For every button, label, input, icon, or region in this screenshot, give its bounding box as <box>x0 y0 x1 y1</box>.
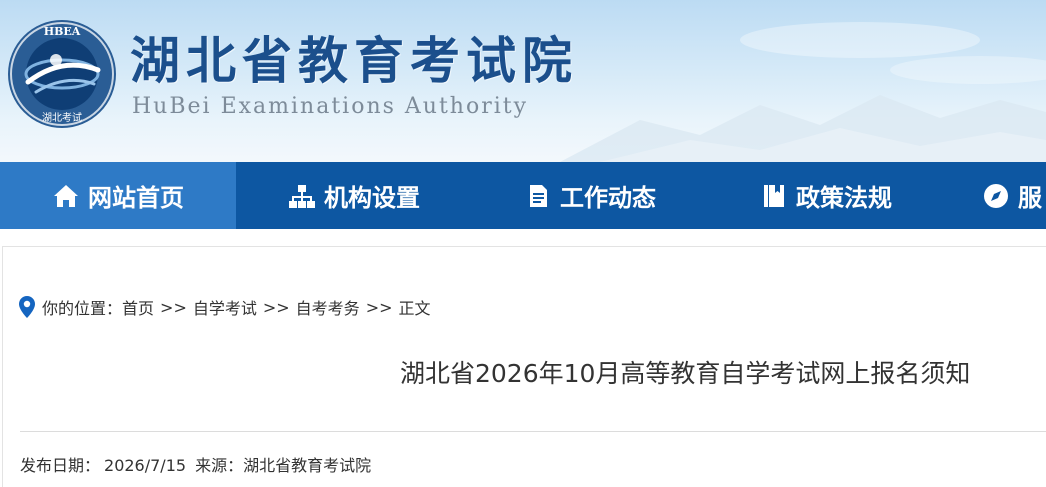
breadcrumb-self-study-exam[interactable]: 自学考试 <box>193 295 257 319</box>
site-title-cn: 湖北省教育考试院 <box>130 31 578 90</box>
breadcrumb-separator: >> <box>262 297 290 317</box>
home-icon <box>52 182 80 210</box>
nav-item-work-news[interactable]: 工作动态 <box>472 162 708 229</box>
org-chart-icon <box>288 182 316 210</box>
article-title: 湖北省2026年10月高等教育自学考试网上报名须知 <box>400 359 971 388</box>
breadcrumb-prefix: 你的位置： <box>42 299 123 318</box>
source-value: 湖北省教育考试院 <box>243 456 372 475</box>
article-meta: 发布日期： 2026/7/15 来源：湖北省教育考试院 <box>20 452 371 476</box>
publish-date-label: 发布日期： <box>20 456 101 475</box>
compass-icon <box>982 182 1010 210</box>
title-divider <box>20 431 1046 432</box>
main-nav: 网站首页 机构设置 工作动态 政策法规 服 <box>0 162 1046 229</box>
nav-item-policies[interactable]: 政策法规 <box>708 162 944 229</box>
logo-text-bottom: 湖北考试 <box>42 111 82 124</box>
book-icon <box>760 182 788 210</box>
document-icon <box>524 182 552 210</box>
hbea-logo[interactable]: HBEA 湖北考试 <box>6 18 118 130</box>
nav-item-services[interactable]: 服 <box>944 162 1046 229</box>
nav-item-home[interactable]: 网站首页 <box>0 162 236 229</box>
nav-item-label: 服 <box>1018 184 1042 212</box>
breadcrumb-home[interactable]: 首页 <box>122 295 154 319</box>
location-pin-icon <box>19 296 35 318</box>
nav-item-label: 网站首页 <box>88 184 184 212</box>
site-banner: HBEA 湖北考试 湖北省教育考试院 HuBei Examinations Au… <box>0 0 1046 162</box>
breadcrumb-current: 正文 <box>398 299 431 318</box>
nav-item-label: 机构设置 <box>324 184 420 212</box>
breadcrumb-separator: >> <box>160 297 187 317</box>
breadcrumb-separator: >> <box>365 297 393 317</box>
nav-item-label: 工作动态 <box>560 184 656 212</box>
breadcrumb: 你的位置： 首页 >> 自学考试 >> 自考考务 >> 正文 <box>18 296 431 318</box>
site-title-en: HuBei Examinations Authority <box>132 94 529 119</box>
nav-item-organization[interactable]: 机构设置 <box>236 162 472 229</box>
publish-date: 2026/7/15 <box>104 456 187 475</box>
source-label: 来源： <box>195 456 244 475</box>
nav-item-label: 政策法规 <box>796 184 892 212</box>
breadcrumb-exam-affairs[interactable]: 自考考务 <box>296 295 360 319</box>
logo-text-top: HBEA <box>44 25 81 38</box>
